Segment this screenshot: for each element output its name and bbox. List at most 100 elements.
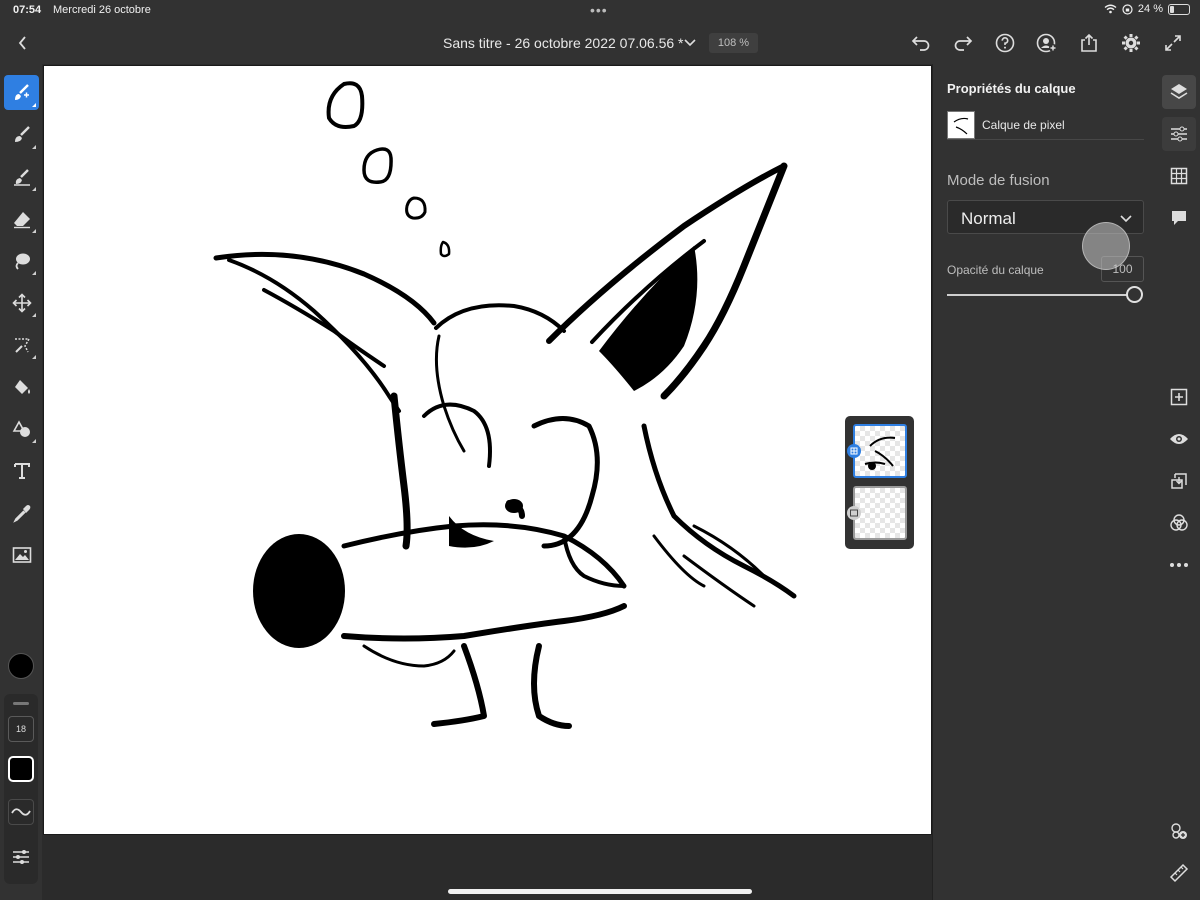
grid-button[interactable] bbox=[1162, 159, 1196, 193]
paint-brush-tool[interactable] bbox=[4, 75, 39, 110]
canvas-area[interactable] bbox=[42, 64, 932, 900]
fullscreen-button[interactable] bbox=[1152, 30, 1194, 56]
back-button[interactable] bbox=[12, 32, 34, 54]
lasso-tool[interactable] bbox=[4, 243, 39, 278]
right-rail bbox=[1158, 64, 1200, 900]
more-icon bbox=[1170, 563, 1188, 567]
top-bar: Sans titre - 26 octobre 2022 07.06.56 * … bbox=[0, 22, 1200, 64]
redo-icon bbox=[954, 36, 973, 51]
text-tool[interactable] bbox=[4, 453, 39, 488]
layers-button[interactable] bbox=[1162, 75, 1196, 109]
help-icon bbox=[995, 33, 1015, 53]
undo-button[interactable] bbox=[900, 30, 942, 56]
top-actions bbox=[900, 30, 1194, 56]
status-indicators: 24 % bbox=[1104, 3, 1190, 15]
multitasking-dots-icon[interactable]: ••• bbox=[590, 3, 608, 17]
brush-size-value[interactable]: 18 bbox=[8, 716, 34, 742]
chevron-left-icon bbox=[18, 36, 26, 50]
merge-icon bbox=[1171, 473, 1187, 489]
layer-preview bbox=[864, 436, 896, 470]
eye-icon bbox=[1170, 434, 1188, 444]
battery-icon bbox=[1168, 3, 1190, 15]
document-title[interactable]: Sans titre - 26 octobre 2022 07.06.56 * bbox=[443, 35, 684, 51]
fill-tool[interactable] bbox=[4, 369, 39, 404]
add-icon bbox=[1170, 388, 1188, 406]
selection-tool[interactable] bbox=[4, 327, 39, 362]
fox-drawing bbox=[213, 81, 797, 729]
text-icon bbox=[13, 462, 30, 479]
expand-icon bbox=[1165, 35, 1181, 51]
panel-drag-handle[interactable] bbox=[13, 702, 29, 705]
smudge-icon bbox=[13, 168, 30, 186]
brush-tool[interactable] bbox=[4, 117, 39, 152]
redo-button[interactable] bbox=[942, 30, 984, 56]
status-bar: 07:54 Mercredi 26 octobre ••• 24 % bbox=[0, 0, 1200, 22]
more-button[interactable] bbox=[1162, 548, 1196, 582]
share-button[interactable] bbox=[1068, 30, 1110, 56]
drawing-canvas[interactable] bbox=[43, 65, 932, 835]
eraser-tool[interactable] bbox=[4, 201, 39, 236]
zoom-level[interactable]: 108 % bbox=[709, 33, 758, 53]
image-icon bbox=[12, 546, 31, 563]
layer-stack bbox=[845, 416, 914, 549]
opacity-slider-track[interactable] bbox=[947, 294, 1137, 296]
smoothing-button[interactable] bbox=[8, 799, 34, 825]
lasso-icon bbox=[15, 253, 30, 270]
brush-active-icon bbox=[14, 83, 29, 100]
status-time: 07:54 bbox=[13, 4, 42, 16]
eraser-icon bbox=[13, 211, 30, 228]
layer-row-thumbnail bbox=[947, 111, 975, 139]
merge-button[interactable] bbox=[1162, 464, 1196, 498]
adjustments-button[interactable] bbox=[1162, 814, 1196, 848]
brush-opacity-swatch[interactable] bbox=[8, 756, 34, 782]
magic-wand-icon bbox=[14, 337, 30, 353]
share-icon bbox=[1081, 33, 1097, 52]
comments-button[interactable] bbox=[1162, 201, 1196, 235]
chevron-down-icon[interactable] bbox=[682, 34, 698, 50]
add-layer-button[interactable] bbox=[1162, 380, 1196, 414]
touch-indicator bbox=[1082, 222, 1130, 270]
eyedropper-tool[interactable] bbox=[4, 495, 39, 530]
move-icon bbox=[11, 292, 32, 313]
layer-thumbnail-background[interactable] bbox=[853, 486, 907, 540]
ruler-icon bbox=[1169, 863, 1189, 883]
brush-icon bbox=[14, 125, 30, 142]
blend-circles-icon bbox=[1170, 514, 1188, 531]
blend-mode-value: Normal bbox=[961, 209, 1016, 228]
status-date: Mercredi 26 octobre bbox=[53, 4, 151, 16]
image-layer-badge-icon bbox=[847, 506, 861, 520]
adjustments-icon bbox=[1171, 823, 1187, 839]
invite-button[interactable] bbox=[1026, 30, 1068, 56]
ruler-button[interactable] bbox=[1162, 856, 1196, 890]
left-toolbar: 18 bbox=[0, 64, 42, 900]
blend-mode-label: Mode de fusion bbox=[947, 172, 1050, 189]
eyedropper-icon bbox=[12, 504, 30, 523]
place-image-tool[interactable] bbox=[4, 537, 39, 572]
opacity-slider-thumb[interactable] bbox=[1126, 286, 1143, 303]
chevron-down-icon bbox=[1120, 215, 1132, 223]
home-indicator[interactable] bbox=[448, 889, 752, 894]
sliders-icon bbox=[1171, 126, 1187, 142]
color-picker-swatch[interactable] bbox=[8, 653, 34, 679]
brush-settings-panel: 18 bbox=[4, 694, 38, 884]
sliders-icon bbox=[13, 850, 29, 864]
layers-icon bbox=[1170, 84, 1188, 99]
smudge-tool[interactable] bbox=[4, 159, 39, 194]
layer-row[interactable]: Calque de pixel bbox=[947, 110, 1144, 140]
layer-name: Calque de pixel bbox=[982, 118, 1065, 132]
add-user-icon bbox=[1036, 33, 1057, 53]
help-button[interactable] bbox=[984, 30, 1026, 56]
grid-icon bbox=[1170, 167, 1188, 185]
brush-settings-button[interactable] bbox=[8, 844, 34, 870]
opacity-label: Opacité du calque bbox=[947, 263, 1044, 277]
orientation-lock-icon bbox=[1122, 3, 1133, 15]
blend-button[interactable] bbox=[1162, 506, 1196, 540]
visibility-button[interactable] bbox=[1162, 422, 1196, 456]
settings-button[interactable] bbox=[1110, 30, 1152, 56]
layer-thumbnail-drawing[interactable] bbox=[853, 424, 907, 478]
gear-icon bbox=[1122, 34, 1140, 52]
shape-tool[interactable] bbox=[4, 411, 39, 446]
move-tool[interactable] bbox=[4, 285, 39, 320]
shapes-icon bbox=[12, 419, 30, 437]
properties-button[interactable] bbox=[1162, 117, 1196, 151]
